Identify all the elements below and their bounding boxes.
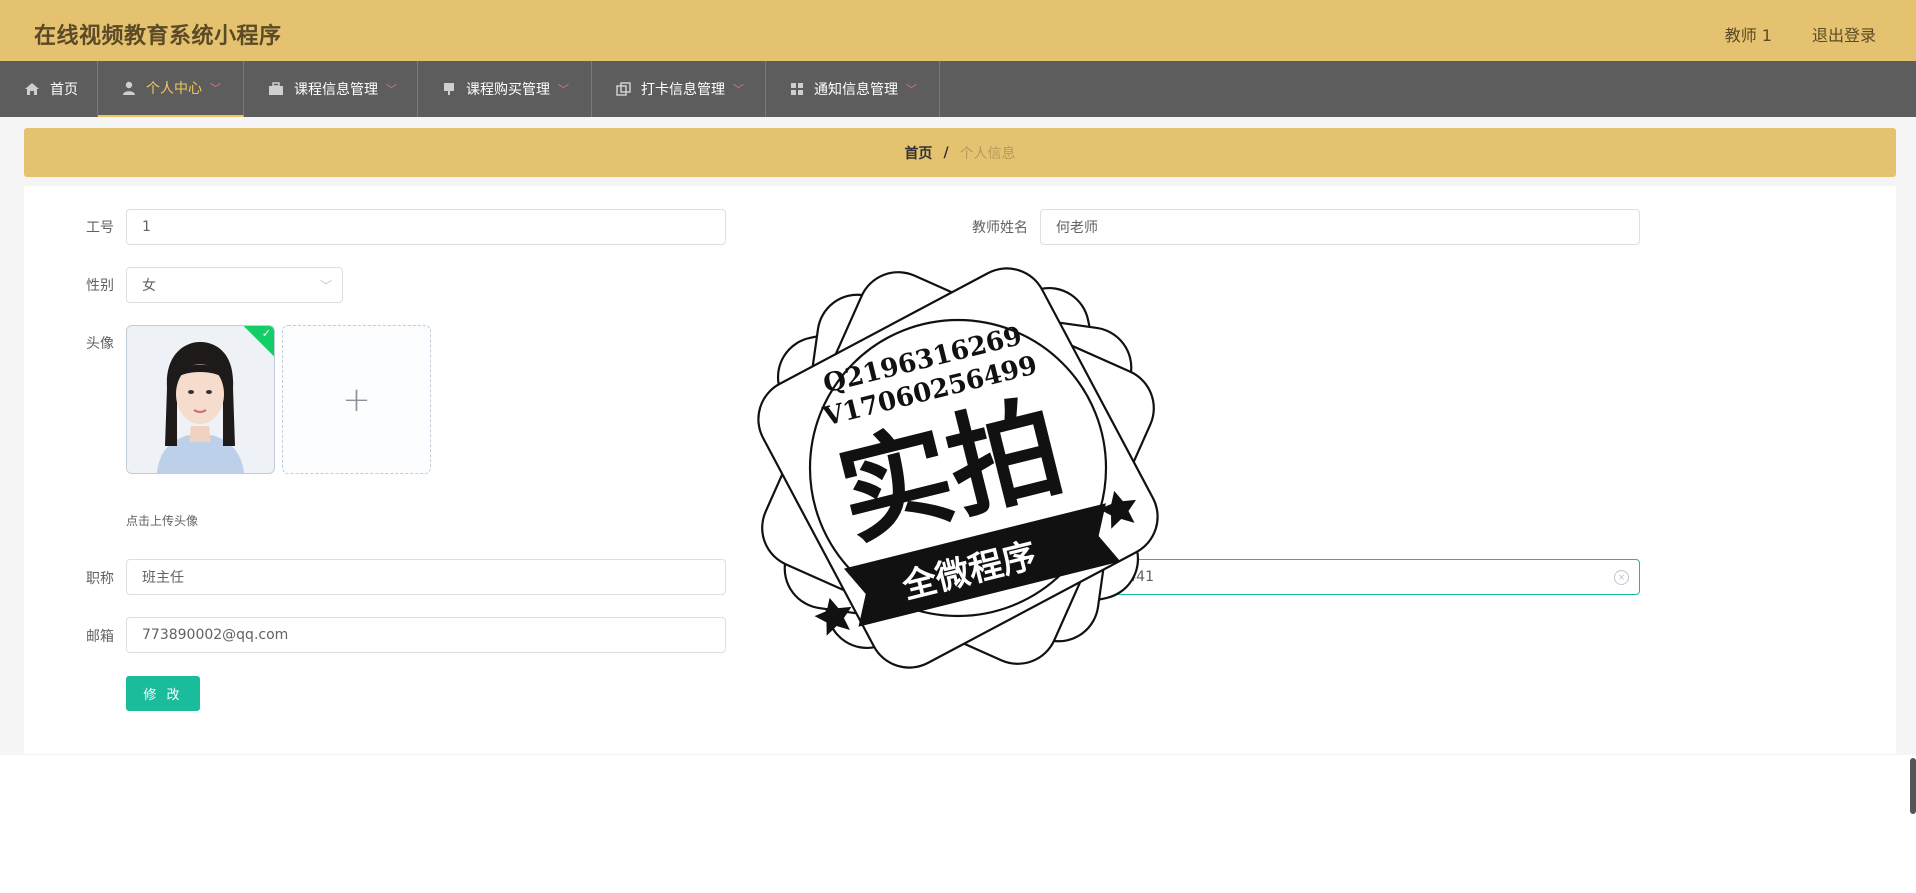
- avatar-image[interactable]: ✓: [126, 325, 275, 474]
- chevron-down-icon: ﹀: [319, 279, 332, 293]
- top-header: 在线视频教育系统小程序 教师 1 退出登录: [0, 0, 1916, 61]
- nav-checkin[interactable]: 打卡信息管理 ﹀: [592, 61, 766, 117]
- breadcrumb: 首页 / 个人信息: [24, 128, 1896, 177]
- clear-icon[interactable]: ×: [1614, 570, 1629, 585]
- job-no-value: 1: [142, 219, 151, 235]
- main-nav: 首页 个人中心 ﹀ 课程信息管理 ﹀ 课程购买管理 ﹀ 打卡信息管理 ﹀ 通知信…: [0, 61, 1916, 117]
- nav-notice[interactable]: 通知信息管理 ﹀: [766, 61, 940, 117]
- gender-label: 性别: [86, 278, 114, 294]
- check-icon: ✓: [261, 327, 271, 340]
- email-label: 邮箱: [86, 629, 114, 645]
- watermark-stamp: Q2196316269 V17060256499 实拍 全微程序: [748, 258, 1168, 678]
- current-user: 教师 1: [1724, 26, 1772, 45]
- breadcrumb-current: 个人信息: [959, 145, 1016, 162]
- nav-personal-center-label: 个人中心: [146, 81, 202, 97]
- gender-value: 女: [142, 278, 156, 294]
- scrollbar[interactable]: [1910, 758, 1916, 814]
- chevron-down-icon: ﹀: [210, 82, 221, 95]
- title-label: 职称: [86, 571, 114, 587]
- nav-notice-label: 通知信息管理: [814, 82, 898, 98]
- title-input[interactable]: 班主任: [126, 559, 726, 595]
- chevron-down-icon: ﹀: [733, 83, 744, 96]
- breadcrumb-home[interactable]: 首页: [904, 143, 932, 163]
- job-no-label: 工号: [86, 220, 114, 236]
- email-value: 773890002@qq.com: [142, 627, 289, 643]
- user-icon: [122, 81, 136, 95]
- plus-icon: +: [342, 379, 371, 420]
- job-no-input[interactable]: 1: [126, 209, 726, 245]
- avatar-upload-button[interactable]: +: [282, 325, 431, 474]
- app-title: 在线视频教育系统小程序: [34, 24, 282, 49]
- nav-course-purchase-label: 课程购买管理: [466, 82, 550, 98]
- logout-link[interactable]: 退出登录: [1812, 22, 1876, 46]
- modify-button[interactable]: 修 改: [126, 676, 200, 711]
- title-value: 班主任: [142, 570, 184, 586]
- chevron-down-icon: ﹀: [386, 83, 397, 96]
- nav-home-label: 首页: [50, 82, 78, 98]
- email-input[interactable]: 773890002@qq.com: [126, 617, 726, 653]
- nav-personal-center[interactable]: 个人中心 ﹀: [98, 61, 244, 117]
- breadcrumb-separator: /: [943, 144, 949, 161]
- nav-course-info[interactable]: 课程信息管理 ﹀: [244, 61, 418, 117]
- nav-course-purchase[interactable]: 课程购买管理 ﹀: [418, 61, 592, 117]
- briefcase-icon: [268, 82, 284, 96]
- copy-icon: [616, 82, 631, 96]
- monitor-icon: [442, 82, 456, 96]
- gender-select[interactable]: 女 ﹀: [126, 267, 343, 303]
- avatar-upload-hint: 点击上传头像: [126, 514, 199, 528]
- teacher-name-label: 教师姓名: [972, 220, 1028, 236]
- nav-course-info-label: 课程信息管理: [294, 82, 378, 98]
- nav-checkin-label: 打卡信息管理: [641, 82, 725, 98]
- teacher-name-input[interactable]: 何老师: [1040, 209, 1640, 245]
- home-icon: [24, 82, 40, 96]
- avatar-label: 头像: [86, 336, 114, 352]
- nav-home[interactable]: 首页: [0, 61, 98, 117]
- chevron-down-icon: ﹀: [906, 83, 917, 96]
- grid-icon: [790, 82, 804, 96]
- teacher-name-value: 何老师: [1056, 220, 1098, 236]
- chevron-down-icon: ﹀: [558, 83, 569, 96]
